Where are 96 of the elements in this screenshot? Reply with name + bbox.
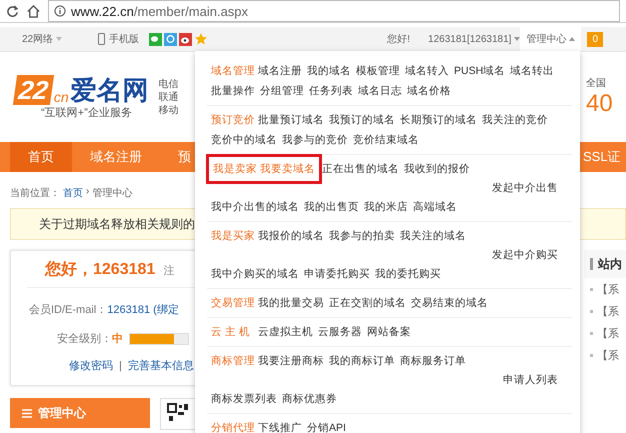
menu-link[interactable]: 发起中介出售 (492, 182, 558, 194)
menu-link[interactable]: 我预订的域名 (329, 110, 395, 130)
account-menu[interactable]: 1263181[1263181] (428, 34, 520, 44)
mobile-link[interactable]: 手机版 (109, 32, 140, 46)
menu-link[interactable]: 商标发票列表 (211, 389, 277, 409)
greeting-text: 您好! (387, 33, 410, 46)
star-icon[interactable] (195, 33, 208, 45)
note-text: 注 (163, 264, 174, 278)
menu-link[interactable]: 竞价中的域名 (211, 130, 277, 150)
site-logo[interactable]: 22 cn爱名网 “互联网+”企业服务 (15, 74, 149, 120)
breadcrumb-separator: › (86, 186, 90, 199)
panel-header: 站内 (584, 250, 626, 278)
account-link[interactable]: 修改密码 (69, 358, 113, 373)
menu-link[interactable]: 分销API (307, 418, 346, 433)
menu-category: 分销代理 (211, 421, 253, 433)
message-item[interactable]: 【系 (597, 348, 619, 362)
management-menu[interactable]: 管理中心 (520, 27, 582, 51)
menu-link[interactable]: 交易结束的域名 (411, 293, 488, 313)
carrier-label: 联通 (158, 90, 179, 104)
menu-category: 我是买家 (211, 229, 253, 244)
menu-category: 交易管理 (211, 296, 253, 311)
eye-icon[interactable] (179, 32, 192, 46)
menu-category: 域名管理 (211, 64, 253, 79)
menu-link[interactable]: 我的批量交易 (258, 293, 324, 313)
menu-link[interactable]: 域名注册 (258, 61, 302, 81)
reload-icon[interactable] (6, 4, 19, 18)
message-item[interactable]: 【系 (597, 326, 619, 340)
menu-link[interactable]: 竞价结束域名 (353, 130, 419, 150)
breadcrumb-label: 当前位置： (10, 186, 60, 200)
menu-link[interactable]: 我的域名 (307, 61, 351, 81)
link-separator: | (119, 360, 122, 372)
menu-link[interactable]: 我参与的拍卖 (329, 226, 395, 246)
menu-icon (22, 408, 32, 418)
user-greeting: 您好，1263181 (45, 260, 156, 280)
menu-link[interactable]: 分组管理 (260, 81, 304, 101)
menu-link[interactable]: 申请委托购买 (304, 264, 370, 284)
message-item[interactable]: 【系 (597, 282, 619, 296)
menu-link[interactable]: 高端域名 (413, 197, 457, 217)
account-link[interactable]: 完善基本信息 (128, 358, 194, 373)
security-level-text: 中 (112, 332, 123, 346)
menu-link[interactable]: 我参与的竞价 (282, 130, 348, 150)
caret-icon (56, 37, 62, 41)
menu-link[interactable]: 域名日志 (358, 81, 402, 101)
menu-link[interactable]: 域名转入 (405, 61, 449, 81)
menu-link[interactable]: 我的商标订单 (329, 351, 395, 371)
stat-label: 全国 (586, 77, 607, 90)
menu-link[interactable]: 批量操作 (211, 81, 255, 101)
menu-link[interactable]: 我中介出售的域名 (211, 197, 299, 217)
menu-link[interactable]: 网站备案 (367, 322, 411, 342)
menu-link[interactable]: 我关注的域名 (400, 226, 466, 246)
menu-link[interactable]: 我的出售页 (304, 197, 359, 217)
home-icon[interactable] (27, 4, 40, 18)
menu-link[interactable]: 长期预订的域名 (400, 110, 477, 130)
menu-link[interactable]: 批量预订域名 (258, 110, 324, 130)
menu-link[interactable]: 商标优惠券 (282, 389, 337, 409)
menu-link[interactable]: 我要注册商标 (258, 351, 324, 371)
chat-icon[interactable] (149, 32, 162, 46)
menu-link[interactable]: 商标服务订单 (400, 351, 466, 371)
phone-icon (98, 33, 106, 45)
menu-link[interactable]: 我收到的报价 (404, 159, 470, 179)
menu-link[interactable]: 域名转出 (510, 61, 554, 81)
carrier-label: 移动 (158, 104, 179, 116)
caret-icon (569, 37, 576, 41)
member-id-value[interactable]: 1263181 (绑定 (107, 302, 179, 317)
menu-link[interactable]: 我的米店 (364, 197, 408, 217)
security-label: 安全级别： (57, 332, 112, 346)
menu-link[interactable]: 域名价格 (407, 81, 451, 101)
carrier-label: 电信 (158, 78, 179, 90)
menu-link[interactable]: 云虚拟主机 (258, 322, 313, 342)
member-id-label: 会员ID/E-mail： (29, 303, 108, 317)
menu-link[interactable]: 任务列表 (309, 81, 353, 101)
menu-link[interactable]: 正在交割的域名 (329, 293, 406, 313)
menu-link[interactable]: 发起中介购买 (492, 249, 558, 261)
menu-link[interactable]: 我的委托购买 (375, 264, 441, 284)
menu-category: 云 主 机 (211, 325, 251, 340)
menu-link[interactable]: 我报价的域名 (258, 226, 324, 246)
site-menu[interactable]: 22网络 (22, 32, 62, 46)
breadcrumb-current: 管理中心 (92, 186, 132, 200)
menu-link[interactable]: 下线推广 (258, 418, 302, 433)
menu-link[interactable]: 正在出售的域名 (322, 159, 399, 179)
menu-category: 我是卖家 (213, 162, 255, 177)
menu-link[interactable]: 云服务器 (318, 322, 362, 342)
breadcrumb-link[interactable]: 首页 (63, 186, 83, 200)
menu-link[interactable]: 模板管理 (356, 61, 400, 81)
caret-icon (514, 37, 520, 41)
menu-category: 商标管理 (211, 354, 253, 369)
address-bar[interactable]: www.22.cn/member/main.aspx (48, 0, 620, 22)
menu-link[interactable]: PUSH域名 (454, 61, 506, 81)
menu-link[interactable]: 我中介购买的域名 (211, 264, 299, 284)
menu-link[interactable]: 我关注的竞价 (482, 110, 548, 130)
info-icon[interactable] (54, 5, 66, 17)
menu-category: 预订竞价 (211, 113, 253, 128)
stat-value: 40 (586, 90, 614, 118)
count-badge: 0 (587, 32, 603, 46)
message-item[interactable]: 【系 (597, 304, 619, 318)
menu-link[interactable]: 申请人列表 (503, 374, 558, 386)
